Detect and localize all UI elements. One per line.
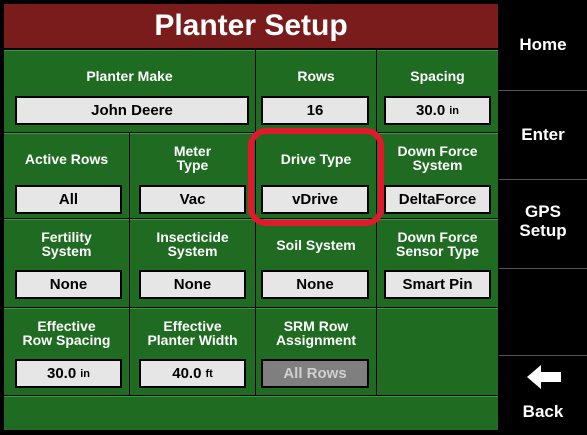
down-force-system-label: Down Force System xyxy=(397,143,478,173)
active-rows-button[interactable]: All xyxy=(15,185,122,214)
main-panel: Planter Setup Planter Make John Deere Ro… xyxy=(0,0,498,435)
srm-row-assignment-label: SRM Row Assignment xyxy=(275,318,357,348)
spacing-value: 30.0 xyxy=(416,102,446,119)
rows-button[interactable]: 16 xyxy=(261,96,369,125)
meter-type-value: Vac xyxy=(179,191,206,208)
drive-type-cell: Drive Type vDrive xyxy=(256,133,376,218)
down-force-sensor-type-button[interactable]: Smart Pin xyxy=(384,270,491,299)
down-force-system-value: DeltaForce xyxy=(398,191,477,208)
soil-system-value: None xyxy=(296,276,334,293)
drive-type-label: Drive Type xyxy=(280,151,352,167)
active-rows-value: All xyxy=(58,191,79,208)
active-rows-cell: Active Rows All xyxy=(4,133,129,218)
drive-type-button[interactable]: vDrive xyxy=(261,185,369,214)
fertility-system-cell: Fertility System None xyxy=(4,219,129,307)
spacing-cell: Spacing 30.0 in xyxy=(377,50,498,132)
planter-make-label: Planter Make xyxy=(86,68,173,84)
meter-type-cell: Meter Type Vac xyxy=(130,133,255,218)
effective-row-spacing-label: Effective Row Spacing xyxy=(22,318,111,348)
down-force-system-button[interactable]: DeltaForce xyxy=(384,185,491,214)
enter-button[interactable]: Enter xyxy=(499,91,587,179)
meter-type-label: Meter Type xyxy=(173,143,212,173)
srm-row-assignment-button: All Rows xyxy=(261,359,369,388)
gps-setup-label: GPS Setup xyxy=(519,202,567,240)
effective-planter-width-label: Effective Planter Width xyxy=(147,318,238,348)
gps-setup-button[interactable]: GPS Setup xyxy=(499,180,587,268)
insecticide-system-cell: Insecticide System None xyxy=(130,219,255,307)
srm-row-assignment-cell: SRM Row Assignment All Rows xyxy=(256,308,376,395)
fertility-system-button[interactable]: None xyxy=(15,270,122,299)
home-label: Home xyxy=(519,35,567,54)
planter-make-button[interactable]: John Deere xyxy=(15,96,249,125)
sidebar-divider xyxy=(499,268,587,269)
effective-planter-width-cell: Effective Planter Width 40.0 ft xyxy=(130,308,255,395)
soil-system-cell: Soil System None xyxy=(256,219,376,307)
back-button[interactable]: Back xyxy=(499,356,587,435)
rows-cell: Rows 16 xyxy=(256,50,376,132)
down-force-system-cell: Down Force System DeltaForce xyxy=(377,133,498,218)
back-label: Back xyxy=(522,402,564,421)
effective-planter-width-unit: ft xyxy=(205,367,213,380)
home-button[interactable]: Home xyxy=(499,0,587,90)
enter-label: Enter xyxy=(521,125,565,144)
back-arrow-icon xyxy=(527,364,561,390)
effective-row-spacing-button[interactable]: 30.0 in xyxy=(15,359,122,388)
empty-cell xyxy=(377,308,498,395)
soil-system-button[interactable]: None xyxy=(261,270,369,299)
down-force-sensor-type-value: Smart Pin xyxy=(402,276,473,293)
effective-row-spacing-value: 30.0 xyxy=(47,365,77,382)
spacing-unit: in xyxy=(449,104,459,117)
effective-row-spacing-cell: Effective Row Spacing 30.0 in xyxy=(4,308,129,395)
effective-row-spacing-unit: in xyxy=(80,367,90,380)
spacing-label: Spacing xyxy=(410,68,465,84)
fertility-system-label: Fertility System xyxy=(41,229,92,259)
planter-make-value: John Deere xyxy=(91,102,173,119)
insecticide-system-label: Insecticide System xyxy=(156,229,229,259)
insecticide-system-value: None xyxy=(173,276,212,293)
fertility-system-value: None xyxy=(49,276,88,293)
effective-planter-width-value: 40.0 xyxy=(172,365,202,382)
spacing-button[interactable]: 30.0 in xyxy=(384,96,491,125)
insecticide-system-button[interactable]: None xyxy=(139,270,246,299)
bottom-bar xyxy=(4,396,498,430)
soil-system-label: Soil System xyxy=(276,237,356,253)
effective-planter-width-button[interactable]: 40.0 ft xyxy=(139,359,246,388)
active-rows-label: Active Rows xyxy=(24,151,109,167)
srm-row-assignment-value: All Rows xyxy=(283,365,347,382)
down-force-sensor-type-cell: Down Force Sensor Type Smart Pin xyxy=(377,219,498,307)
rows-value: 16 xyxy=(306,102,324,119)
drive-type-value: vDrive xyxy=(292,191,338,208)
down-force-sensor-type-label: Down Force Sensor Type xyxy=(396,229,479,259)
planter-make-cell: Planter Make John Deere xyxy=(4,50,255,132)
rows-label: Rows xyxy=(297,68,335,84)
meter-type-button[interactable]: Vac xyxy=(139,185,246,214)
page-title: Planter Setup xyxy=(4,4,498,48)
